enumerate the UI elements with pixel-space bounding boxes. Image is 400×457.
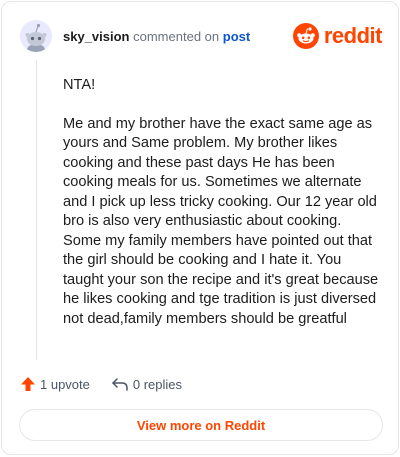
replies-button[interactable]: 0 replies [111, 376, 182, 392]
reply-arrow-icon [112, 378, 128, 391]
upvote-count: 1 upvote [40, 376, 90, 392]
reddit-logo[interactable]: reddit [292, 20, 383, 52]
action-text: commented on [133, 28, 220, 44]
snoo-avatar-icon [20, 20, 52, 52]
comment-paragraph: NTA! [63, 77, 96, 93]
comment-paragraph: Me and my brother have the exact same ag… [63, 115, 379, 327]
username-link[interactable]: sky_vision [63, 29, 130, 44]
upvote-button[interactable]: 1 upvote [20, 376, 90, 392]
comment-body: NTA! Me and my brother have the exact sa… [63, 76, 381, 329]
user-avatar[interactable] [20, 20, 52, 52]
comment-embed-card: sky_vision commented on post reddit NTA!… [1, 1, 399, 455]
upvote-arrow-icon [21, 377, 35, 391]
replies-count: 0 replies [132, 376, 183, 392]
view-more-button[interactable]: View more on Reddit [19, 409, 383, 441]
comment-header: sky_vision commented on post reddit [20, 20, 383, 52]
thread-line [36, 60, 37, 360]
brand-wordmark: reddit [323, 23, 383, 48]
reddit-snoo-icon [292, 23, 319, 49]
comment-meta: sky_vision commented on post [63, 29, 250, 44]
comment-actions: 1 upvote 0 replies [20, 375, 182, 393]
post-link[interactable]: post [223, 29, 250, 44]
